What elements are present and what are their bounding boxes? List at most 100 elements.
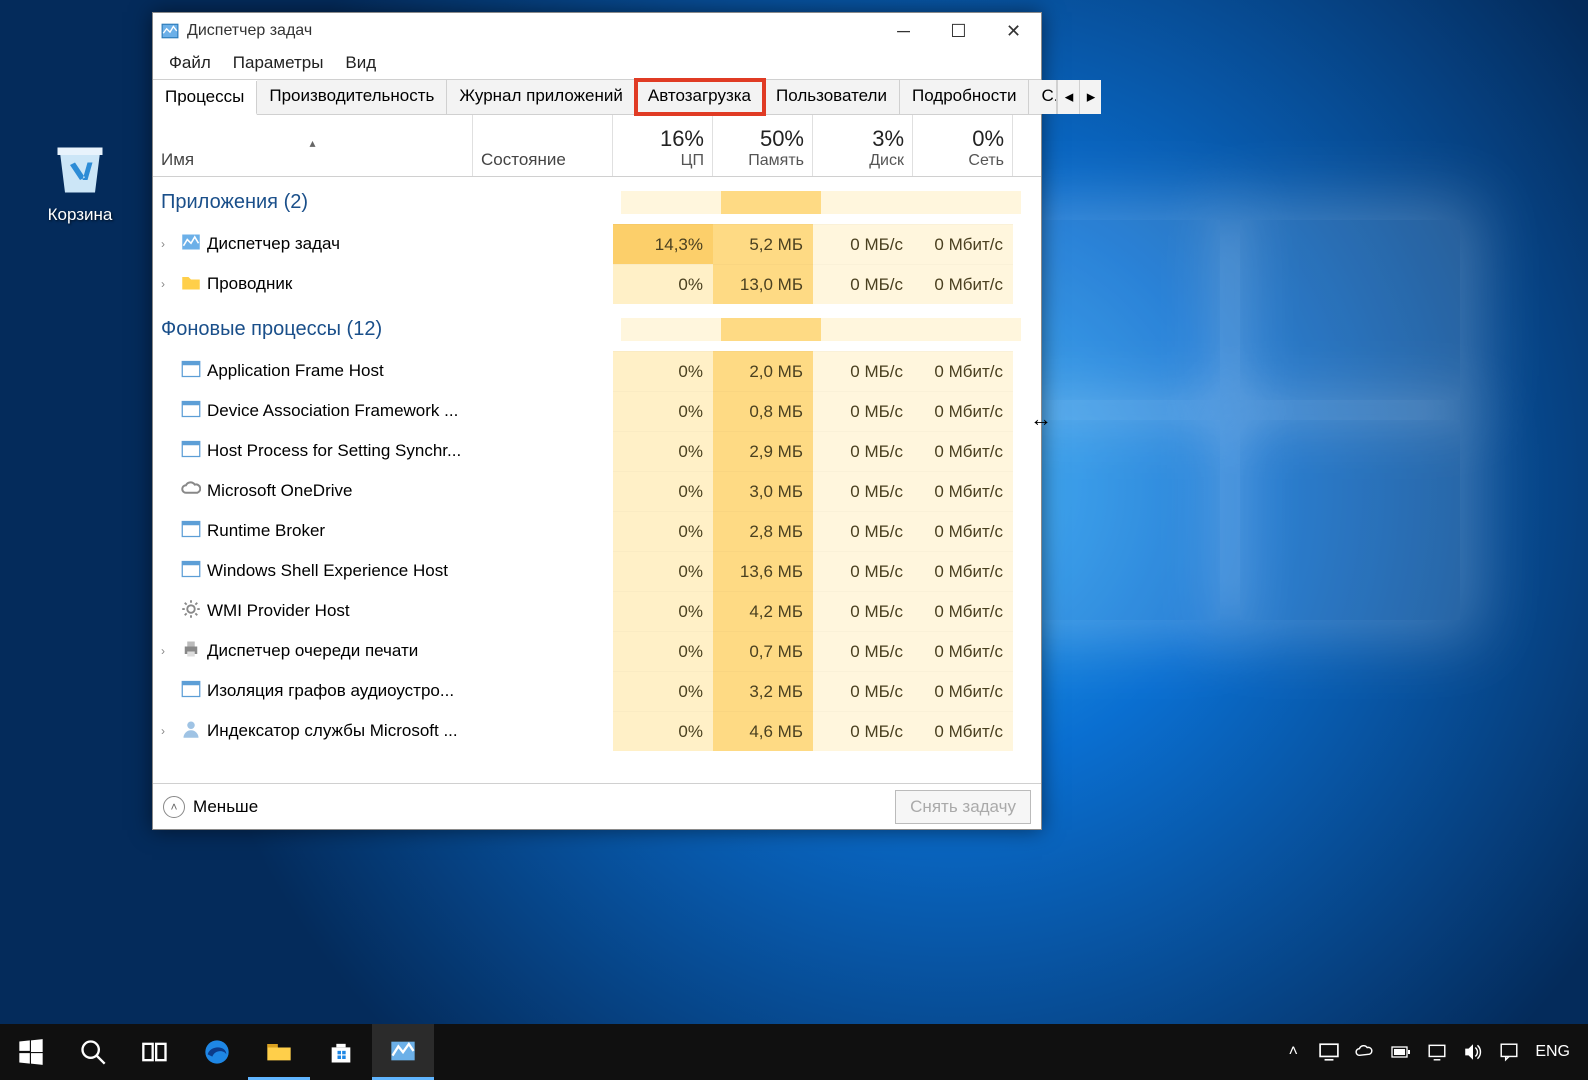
process-name: WMI Provider Host (207, 601, 350, 621)
disk-value: 0 МБ/с (813, 631, 913, 671)
process-icon (181, 399, 201, 424)
process-icon (181, 559, 201, 584)
tray-chevron-up-icon[interactable]: ˄ (1283, 1042, 1303, 1062)
process-icon (181, 599, 201, 624)
tray-notifications-icon[interactable] (1499, 1042, 1519, 1062)
process-icon (181, 639, 201, 664)
expand-icon[interactable]: › (161, 644, 175, 658)
network-value: 0 Мбит/с (913, 264, 1013, 304)
windows-logo-backdrop (1020, 220, 1460, 620)
cpu-value: 0% (613, 391, 713, 431)
expand-icon[interactable]: › (161, 724, 175, 738)
memory-value: 2,0 МБ (713, 351, 813, 391)
process-row[interactable]: Application Frame Host 0% 2,0 МБ 0 МБ/с … (153, 351, 1041, 391)
network-value: 0 Мбит/с (913, 351, 1013, 391)
cpu-value: 0% (613, 551, 713, 591)
titlebar[interactable]: Диспетчер задач ─ ☐ ✕ (153, 13, 1041, 49)
process-row[interactable]: WMI Provider Host 0% 4,2 МБ 0 МБ/с 0 Мби… (153, 591, 1041, 631)
tab-performance[interactable]: Производительность (257, 80, 447, 114)
col-cpu[interactable]: 16% ЦП (613, 115, 713, 176)
fewer-details-button[interactable]: ˄ Меньше (163, 796, 258, 818)
tab-details[interactable]: Подробности (900, 80, 1030, 114)
menu-options[interactable]: Параметры (223, 49, 334, 79)
network-value: 0 Мбит/с (913, 591, 1013, 631)
disk-value: 0 МБ/с (813, 431, 913, 471)
memory-value: 13,6 МБ (713, 551, 813, 591)
process-row[interactable]: › Диспетчер задач 14,3% 5,2 МБ 0 МБ/с 0 … (153, 224, 1041, 264)
memory-value: 5,2 МБ (713, 224, 813, 264)
expand-icon[interactable]: › (161, 237, 175, 251)
search-button[interactable] (62, 1024, 124, 1080)
disk-value: 0 МБ/с (813, 591, 913, 631)
tray-volume-icon[interactable] (1463, 1042, 1483, 1062)
process-icon (181, 519, 201, 544)
process-name: Runtime Broker (207, 521, 325, 541)
col-status[interactable]: Состояние (473, 115, 613, 176)
menu-view[interactable]: Вид (335, 49, 386, 79)
store-button[interactable] (310, 1024, 372, 1080)
end-task-button[interactable]: Снять задачу (895, 790, 1031, 824)
tab-processes[interactable]: Процессы (153, 81, 257, 115)
process-icon (181, 232, 201, 257)
memory-value: 3,0 МБ (713, 471, 813, 511)
maximize-button[interactable]: ☐ (931, 13, 986, 49)
process-list[interactable]: Приложения (2) › Диспетчер задач 14,3% 5… (153, 177, 1041, 783)
start-button[interactable] (0, 1024, 62, 1080)
task-view-icon (141, 1038, 169, 1066)
network-value: 0 Мбит/с (913, 431, 1013, 471)
menu-file[interactable]: Файл (159, 49, 221, 79)
process-row[interactable]: Microsoft OneDrive 0% 3,0 МБ 0 МБ/с 0 Мб… (153, 471, 1041, 511)
process-row[interactable]: › Диспетчер очереди печати 0% 0,7 МБ 0 М… (153, 631, 1041, 671)
process-row[interactable]: Runtime Broker 0% 2,8 МБ 0 МБ/с 0 Мбит/с (153, 511, 1041, 551)
close-button[interactable]: ✕ (986, 13, 1041, 49)
tab-app-history[interactable]: Журнал приложений (447, 80, 636, 114)
tray-monitor-icon[interactable] (1319, 1042, 1339, 1062)
tab-scroll-right[interactable]: ▸ (1079, 80, 1101, 114)
process-icon (181, 679, 201, 704)
cpu-value: 0% (613, 591, 713, 631)
col-disk[interactable]: 3% Диск (813, 115, 913, 176)
tray-onedrive-icon[interactable] (1355, 1042, 1375, 1062)
chevron-up-icon: ˄ (163, 796, 185, 818)
process-row[interactable]: › Индексатор службы Microsoft ... 0% 4,6… (153, 711, 1041, 751)
process-name: Диспетчер задач (207, 234, 340, 254)
windows-logo-icon (17, 1038, 45, 1066)
process-name: Device Association Framework ... (207, 401, 458, 421)
tray-network-icon[interactable] (1427, 1042, 1447, 1062)
tray-language[interactable]: ENG (1535, 1043, 1570, 1061)
explorer-button[interactable] (248, 1024, 310, 1080)
process-row[interactable]: › Проводник 0% 13,0 МБ 0 МБ/с 0 Мбит/с (153, 264, 1041, 304)
process-name: Индексатор службы Microsoft ... (207, 721, 458, 741)
group-background: Фоновые процессы (12) (153, 304, 1041, 351)
process-icon (181, 272, 201, 297)
cpu-value: 0% (613, 351, 713, 391)
col-name[interactable]: ▴ Имя (153, 115, 473, 176)
tab-startup[interactable]: Автозагрузка (636, 80, 764, 114)
process-row[interactable]: Device Association Framework ... 0% 0,8 … (153, 391, 1041, 431)
network-value: 0 Мбит/с (913, 391, 1013, 431)
process-row[interactable]: Windows Shell Experience Host 0% 13,6 МБ… (153, 551, 1041, 591)
edge-button[interactable] (186, 1024, 248, 1080)
memory-value: 13,0 МБ (713, 264, 813, 304)
tab-users[interactable]: Пользователи (764, 80, 900, 114)
expand-icon[interactable]: › (161, 277, 175, 291)
col-network[interactable]: 0% Сеть (913, 115, 1013, 176)
process-icon (181, 359, 201, 384)
minimize-button[interactable]: ─ (876, 13, 931, 49)
task-manager-window: Диспетчер задач ─ ☐ ✕ Файл Параметры Вид… (152, 12, 1042, 830)
task-view-button[interactable] (124, 1024, 186, 1080)
task-manager-taskbar-button[interactable] (372, 1024, 434, 1080)
cpu-value: 0% (613, 631, 713, 671)
tab-services[interactable]: С... (1029, 80, 1057, 114)
cpu-value: 0% (613, 431, 713, 471)
memory-value: 2,8 МБ (713, 511, 813, 551)
network-value: 0 Мбит/с (913, 224, 1013, 264)
tab-scroll-left[interactable]: ◂ (1057, 80, 1079, 114)
recycle-bin-icon[interactable]: Корзина (35, 140, 125, 225)
process-row[interactable]: Изоляция графов аудиоустро... 0% 3,2 МБ … (153, 671, 1041, 711)
tray-battery-icon[interactable] (1391, 1042, 1411, 1062)
disk-value: 0 МБ/с (813, 391, 913, 431)
sort-indicator-icon: ▴ (161, 136, 464, 150)
process-row[interactable]: Host Process for Setting Synchr... 0% 2,… (153, 431, 1041, 471)
col-memory[interactable]: 50% Память (713, 115, 813, 176)
